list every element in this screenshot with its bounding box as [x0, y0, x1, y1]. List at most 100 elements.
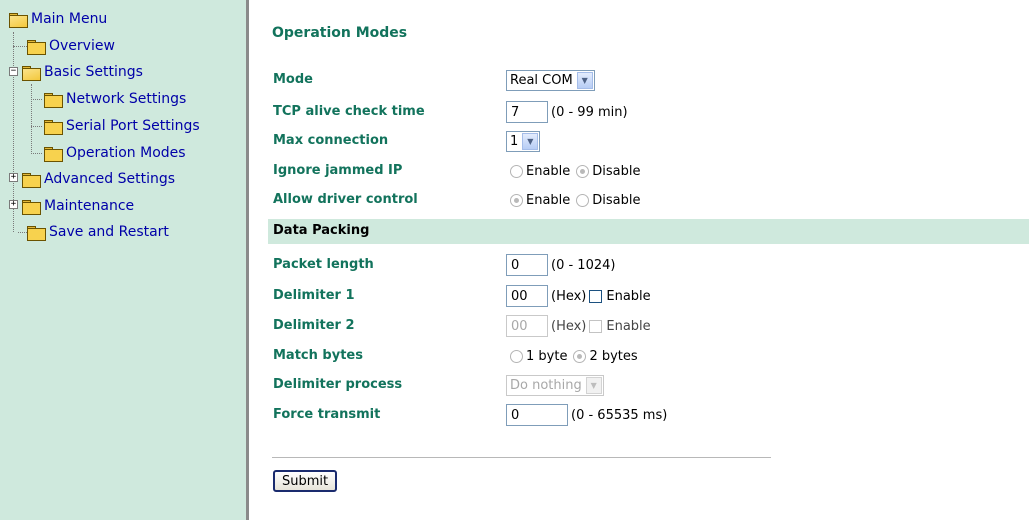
max-connection-row: Max connection 1 ▼	[268, 130, 1029, 152]
ignore-jammed-row: Ignore jammed IP Enable Disable	[268, 160, 1029, 182]
packet-length-input[interactable]: 0	[506, 254, 548, 276]
collapse-icon[interactable]: −	[9, 67, 18, 76]
tree-line	[18, 232, 27, 233]
option-label: Enable	[526, 163, 571, 179]
tree-line	[31, 84, 32, 154]
form-divider	[272, 457, 771, 459]
delimiter2-enable-label: Enable	[606, 318, 651, 334]
delimiter1-enable-checkbox[interactable]	[589, 289, 603, 303]
sidebar-item-label: Save and Restart	[49, 224, 169, 240]
section-heading: Data Packing	[273, 223, 370, 238]
match-bytes-2-radio[interactable]	[573, 349, 587, 363]
mode-row: Mode Real COM ▼	[268, 69, 1029, 91]
option-label: Disable	[592, 163, 641, 179]
sidebar-item-save-and-restart[interactable]: Save and Restart	[27, 222, 169, 242]
allow-driver-row: Allow driver control Enable Disable	[268, 189, 1029, 211]
force-transmit-row: Force transmit 0 (0 - 65535 ms)	[268, 404, 1029, 426]
sidebar-item-main-menu[interactable]: Main Menu	[9, 9, 107, 29]
folder-icon	[27, 225, 46, 241]
delimiter2-row: Delimiter 2 00 (Hex) Enable	[268, 315, 1029, 337]
tcp-alive-input[interactable]: 7	[506, 101, 548, 123]
option-label: Enable	[526, 192, 571, 208]
chevron-down-icon: ▼	[576, 71, 593, 89]
match-bytes-2-option[interactable]: 2 bytes	[573, 348, 638, 364]
match-bytes-1-radio[interactable]	[510, 349, 523, 363]
data-packing-section: Data Packing	[268, 219, 1029, 244]
sidebar-nav: Main Menu Overview − Basic Settings Netw…	[0, 0, 246, 520]
tcp-alive-hint: (0 - 99 min)	[551, 104, 628, 120]
delimiter2-enable-checkbox[interactable]	[589, 319, 603, 333]
match-bytes-1-option[interactable]: 1 byte	[510, 349, 567, 364]
sidebar-item-label: Main Menu	[31, 11, 108, 27]
ignore-jammed-enable-radio[interactable]	[510, 164, 523, 178]
allow-driver-disable-option[interactable]: Disable	[576, 193, 641, 208]
match-bytes-row: Match bytes 1 byte 2 bytes	[268, 345, 1029, 367]
sidebar-item-basic-settings[interactable]: Basic Settings	[22, 62, 143, 82]
packet-length-row: Packet length 0 (0 - 1024)	[268, 254, 1029, 276]
delimiter1-enable-label: Enable	[606, 288, 651, 304]
delimiter2-hint: (Hex)	[551, 318, 587, 334]
option-label: 2 bytes	[589, 348, 638, 364]
sidebar-item-overview[interactable]: Overview	[27, 36, 115, 56]
delimiter-process-value: Do nothing	[510, 377, 582, 393]
ignore-jammed-label: Ignore jammed IP	[273, 163, 403, 178]
sidebar-item-label: Overview	[49, 38, 115, 54]
sidebar-item-label: Serial Port Settings	[66, 118, 200, 134]
folder-open-icon	[9, 12, 28, 28]
expand-icon[interactable]: +	[9, 173, 18, 182]
sidebar-item-operation-modes[interactable]: Operation Modes	[44, 143, 186, 163]
allow-driver-enable-option[interactable]: Enable	[510, 193, 570, 208]
delimiter-process-row: Delimiter process Do nothing ▼	[268, 374, 1029, 396]
folder-icon	[44, 146, 63, 162]
force-transmit-label: Force transmit	[273, 407, 381, 422]
delimiter2-input[interactable]: 00	[506, 315, 548, 337]
mode-select[interactable]: Real COM ▼	[506, 69, 595, 91]
allow-driver-disable-radio[interactable]	[576, 193, 590, 207]
sidebar-item-serial-port-settings[interactable]: Serial Port Settings	[44, 116, 200, 136]
packet-length-label: Packet length	[273, 257, 374, 272]
sidebar-item-advanced-settings[interactable]: Advanced Settings	[22, 169, 175, 189]
ignore-jammed-disable-option[interactable]: Disable	[576, 163, 641, 179]
tree-line	[31, 99, 42, 100]
expand-icon[interactable]: +	[9, 200, 18, 209]
delimiter1-label: Delimiter 1	[273, 288, 355, 303]
frame-divider	[246, 0, 249, 520]
delimiter1-input[interactable]: 00	[506, 285, 548, 307]
allow-driver-enable-radio[interactable]	[510, 193, 523, 207]
option-label: 1 byte	[526, 348, 568, 364]
tree-line	[31, 126, 42, 127]
max-connection-value: 1	[510, 133, 519, 149]
max-connection-label: Max connection	[273, 133, 389, 148]
force-transmit-hint: (0 - 65535 ms)	[571, 407, 668, 423]
submit-button[interactable]: Submit	[273, 470, 338, 492]
sidebar-item-label: Maintenance	[44, 198, 135, 214]
folder-icon	[44, 92, 63, 108]
allow-driver-label: Allow driver control	[273, 192, 418, 207]
sidebar-item-label: Basic Settings	[44, 64, 143, 80]
sidebar-item-label: Network Settings	[66, 91, 187, 107]
mode-label: Mode	[273, 72, 313, 87]
packet-length-hint: (0 - 1024)	[551, 257, 616, 273]
folder-icon	[44, 119, 63, 135]
folder-open-icon	[22, 65, 41, 81]
mode-select-value: Real COM	[510, 72, 573, 88]
delimiter-process-label: Delimiter process	[273, 377, 403, 392]
ignore-jammed-enable-option[interactable]: Enable	[510, 164, 570, 179]
chevron-down-icon: ▼	[522, 132, 539, 150]
delimiter-process-select[interactable]: Do nothing ▼	[506, 374, 604, 396]
match-bytes-label: Match bytes	[273, 348, 363, 363]
folder-icon	[22, 172, 41, 188]
page-title: Operation Modes	[272, 25, 408, 41]
chevron-down-icon: ▼	[585, 376, 602, 394]
sidebar-item-label: Advanced Settings	[44, 171, 176, 187]
folder-icon	[27, 39, 46, 55]
tree-line	[31, 153, 42, 154]
tcp-alive-row: TCP alive check time 7 (0 - 99 min)	[268, 101, 1029, 123]
force-transmit-input[interactable]: 0	[506, 404, 568, 426]
sidebar-item-maintenance[interactable]: Maintenance	[22, 196, 134, 216]
folder-icon	[22, 199, 41, 215]
ignore-jammed-disable-radio[interactable]	[576, 164, 590, 178]
max-connection-select[interactable]: 1 ▼	[506, 130, 541, 152]
sidebar-item-network-settings[interactable]: Network Settings	[44, 89, 186, 109]
tcp-alive-label: TCP alive check time	[273, 104, 425, 119]
